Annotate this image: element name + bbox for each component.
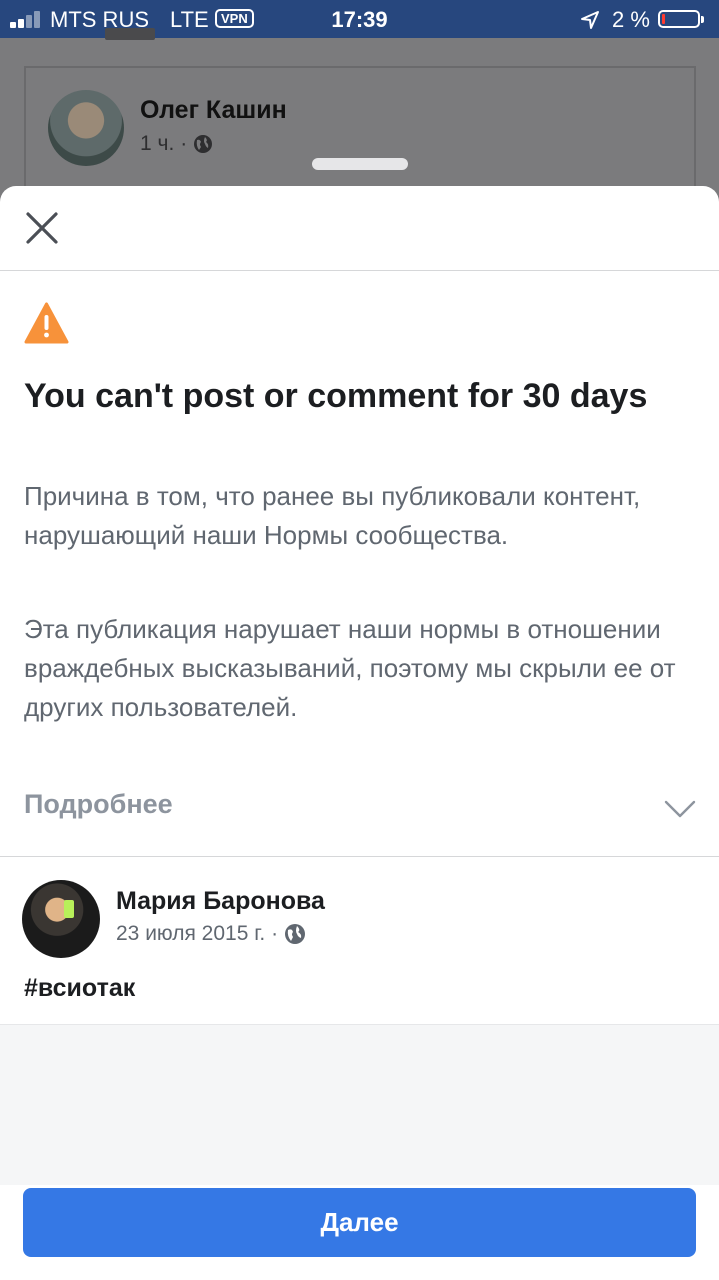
- post-author: Мария Баронова: [116, 887, 325, 915]
- warning-triangle-icon: [24, 302, 69, 344]
- post-text: #всиотак: [24, 974, 136, 1002]
- post-media-placeholder: [0, 1024, 719, 1185]
- reason-paragraph: Причина в том, что ранее вы публиковали …: [24, 481, 641, 550]
- battery-icon: [658, 10, 704, 28]
- post-date: 23 июля 2015 г.: [116, 922, 266, 945]
- chevron-down-icon[interactable]: [664, 799, 696, 819]
- background-post-card: Олег Кашин 1 ч. ·: [24, 66, 696, 206]
- background-post-time: 1 ч.: [140, 132, 175, 155]
- avatar-phone-detail: [64, 900, 74, 918]
- more-details-label[interactable]: Подробнее: [24, 789, 173, 820]
- details-divider: [0, 856, 719, 857]
- battery-level: [662, 14, 665, 24]
- sheet-grab-handle[interactable]: [312, 158, 408, 170]
- avatar: [22, 880, 100, 958]
- background-text-fragment: [105, 28, 155, 40]
- violation-paragraph: Эта публикация нарушает наши нормы в отн…: [24, 614, 676, 722]
- background-post-avatar: [48, 90, 124, 166]
- background-post-author: Олег Кашин: [140, 96, 287, 124]
- restriction-sheet: You can't post or comment for 30 days Пр…: [0, 186, 719, 1280]
- globe-icon: [194, 135, 213, 153]
- background-post-meta: 1 ч. ·: [140, 132, 213, 156]
- next-button[interactable]: Далее: [23, 1188, 696, 1257]
- post-meta: 23 июля 2015 г. ·: [116, 922, 306, 946]
- meta-separator: ·: [271, 922, 279, 945]
- header-divider: [0, 270, 719, 271]
- globe-icon: [285, 924, 306, 944]
- close-icon[interactable]: [22, 208, 62, 248]
- restriction-title: You can't post or comment for 30 days: [24, 377, 648, 415]
- battery-percent: 2 %: [612, 7, 650, 32]
- meta-separator: ·: [180, 132, 188, 155]
- location-arrow-icon: [581, 11, 599, 29]
